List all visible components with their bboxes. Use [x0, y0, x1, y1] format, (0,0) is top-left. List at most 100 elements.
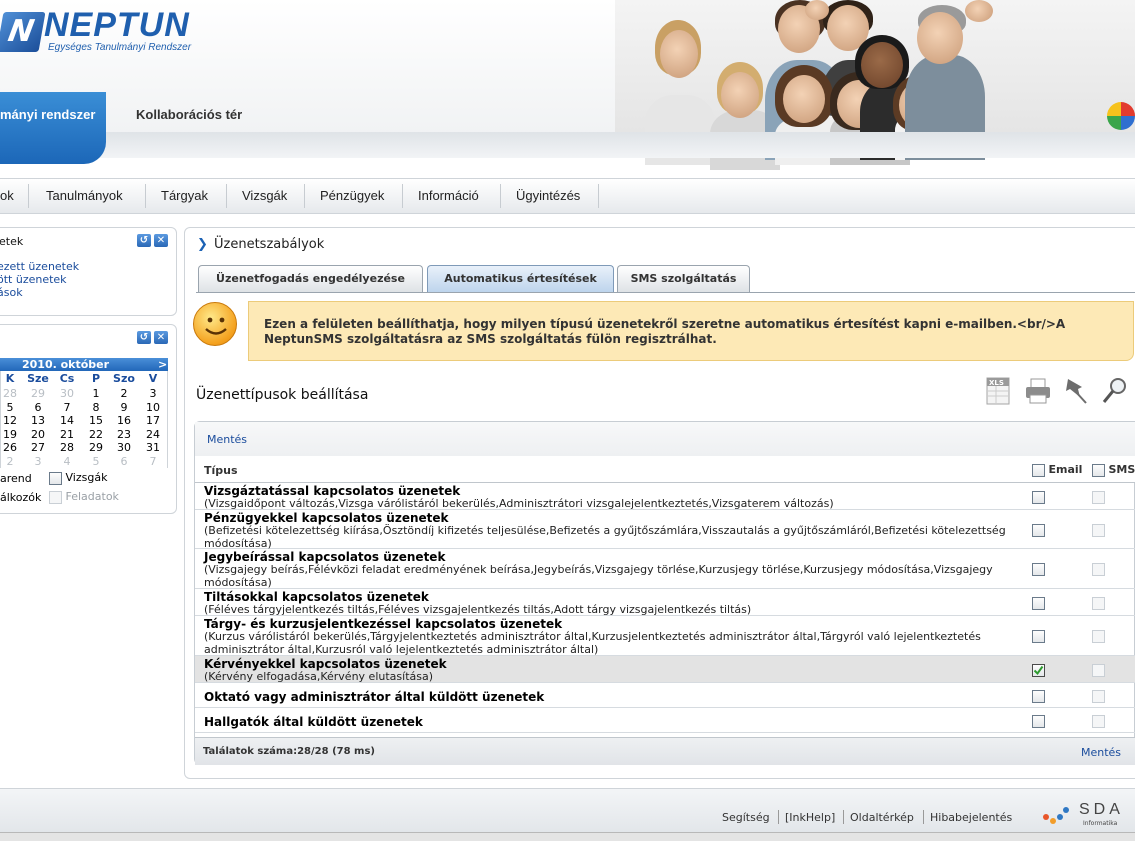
- filter-meetings[interactable]: álkozók: [0, 491, 41, 504]
- print-icon[interactable]: [1024, 375, 1052, 405]
- sda-brand: SDA: [1079, 801, 1124, 818]
- menu-item-exams[interactable]: Vizsgák: [242, 188, 287, 203]
- calendar-day[interactable]: 24: [141, 428, 165, 441]
- sms-checkbox: [1092, 597, 1105, 610]
- filter-exams[interactable]: Vizsgák: [49, 471, 107, 485]
- footer-link-bug-report[interactable]: Hibabejelentés: [930, 811, 1012, 824]
- calendar-day[interactable]: 28: [0, 387, 22, 400]
- calendar-day[interactable]: 9: [112, 401, 136, 414]
- table-row: Vizsgáztatással kapcsolatos üzenetek (Viz…: [195, 483, 1135, 510]
- calendar-day[interactable]: 8: [84, 401, 108, 414]
- calendar-day[interactable]: 29: [26, 387, 50, 400]
- footer-link-inkhelp[interactable]: [InkHelp]: [785, 811, 835, 824]
- calendar-day[interactable]: 28: [55, 441, 79, 454]
- calendar-day[interactable]: 30: [55, 387, 79, 400]
- tab-automatic-notifications[interactable]: Automatikus értesítések: [427, 265, 614, 293]
- email-checkbox[interactable]: [1032, 524, 1045, 537]
- smiley-icon: [193, 302, 237, 346]
- calendar-day[interactable]: 19: [0, 428, 22, 441]
- calendar-day[interactable]: 31: [141, 441, 165, 454]
- filter-timetable[interactable]: arend: [0, 472, 32, 485]
- menu-item-finances[interactable]: Pénzügyek: [320, 188, 384, 203]
- calendar-day[interactable]: 10: [141, 401, 165, 414]
- search-icon[interactable]: [1101, 375, 1129, 405]
- link-settings[interactable]: ások: [0, 286, 23, 299]
- email-checkbox[interactable]: [1032, 715, 1045, 728]
- sms-checkbox: [1092, 630, 1105, 643]
- message-type-title: Vizsgáztatással kapcsolatos üzenetek: [204, 484, 461, 498]
- tab-enable-receiving[interactable]: Üzenetfogadás engedélyezése: [198, 265, 423, 293]
- email-checkbox[interactable]: [1032, 597, 1045, 610]
- xls-export-icon[interactable]: XLS: [984, 375, 1012, 405]
- calendar-day[interactable]: 13: [26, 414, 50, 427]
- menu-item-information[interactable]: Információ: [418, 188, 479, 203]
- menu-item-studies[interactable]: Tanulmányok: [46, 188, 123, 203]
- logo-title[interactable]: NEPTUN: [44, 6, 190, 45]
- calendar-day[interactable]: 15: [84, 414, 108, 427]
- calendar-day[interactable]: 21: [55, 428, 79, 441]
- email-checkbox[interactable]: [1032, 690, 1045, 703]
- email-checkbox[interactable]: [1032, 664, 1045, 677]
- calendar-day[interactable]: 14: [55, 414, 79, 427]
- link-sent-messages[interactable]: ött üzenetek: [0, 273, 67, 286]
- calendar-day[interactable]: 3: [141, 387, 165, 400]
- calendar-day[interactable]: 6: [112, 455, 136, 468]
- select-all-sms-checkbox[interactable]: [1092, 463, 1105, 477]
- calendar-day[interactable]: 17: [141, 414, 165, 427]
- message-type-description: (Vizsgajegy beírás,Félévközi feladat ere…: [204, 563, 993, 589]
- select-all-email[interactable]: Email: [1032, 463, 1082, 477]
- calendar-day[interactable]: 5: [84, 455, 108, 468]
- calendar-day[interactable]: 20: [26, 428, 50, 441]
- calendar-day[interactable]: 6: [26, 401, 50, 414]
- calendar-day[interactable]: 4: [55, 455, 79, 468]
- calendar-day[interactable]: 27: [26, 441, 50, 454]
- table-row: Jegybeírással kapcsolatos üzenetek (Vizsg…: [195, 549, 1135, 589]
- menu-item-subjects[interactable]: Tárgyak: [161, 188, 208, 203]
- message-type-description: (Kurzus várólistáról bekerülés,Tárgyjele…: [204, 630, 981, 656]
- menu-divider: [145, 184, 146, 208]
- language-globe-icon[interactable]: [1107, 102, 1135, 130]
- calendar-day[interactable]: 22: [84, 428, 108, 441]
- email-checkbox[interactable]: [1032, 491, 1045, 504]
- calendar-day[interactable]: 26: [0, 441, 22, 454]
- select-all-sms[interactable]: SMS: [1092, 463, 1135, 477]
- calendar-day[interactable]: 7: [141, 455, 165, 468]
- close-icon[interactable]: ✕: [154, 331, 168, 344]
- message-type-title: Oktató vagy adminisztrátor által küldött…: [204, 690, 545, 704]
- tab-study-system[interactable]: mányi rendszer: [0, 92, 106, 164]
- menu-item-messages[interactable]: ok: [0, 188, 14, 203]
- message-type-title: Kérvényekkel kapcsolatos üzenetek: [204, 657, 447, 671]
- calendar-day[interactable]: 16: [112, 414, 136, 427]
- email-checkbox[interactable]: [1032, 563, 1045, 576]
- calendar-day[interactable]: 29: [84, 441, 108, 454]
- select-all-email-checkbox[interactable]: [1032, 463, 1045, 477]
- close-icon[interactable]: ✕: [154, 234, 168, 247]
- email-checkbox[interactable]: [1032, 630, 1045, 643]
- save-button-bottom[interactable]: Mentés: [1081, 746, 1121, 759]
- calendar-day[interactable]: 12: [0, 414, 22, 427]
- calendar-weekday: Cs: [59, 372, 75, 385]
- save-button[interactable]: Mentés: [207, 433, 247, 446]
- filter-tasks-label: Feladatok: [65, 490, 119, 503]
- tab-collaboration-space[interactable]: Kollaborációs tér: [136, 107, 242, 122]
- calendar-day[interactable]: 30: [112, 441, 136, 454]
- refresh-icon[interactable]: ↺: [137, 331, 151, 344]
- menu-item-administration[interactable]: Ügyintézés: [516, 188, 580, 203]
- pin-icon[interactable]: [1062, 375, 1090, 405]
- calendar-day[interactable]: 3: [26, 455, 50, 468]
- footer-link-help[interactable]: Segítség: [722, 811, 770, 824]
- calendar-day[interactable]: 23: [112, 428, 136, 441]
- calendar-day[interactable]: 2: [0, 455, 22, 468]
- calendar-day[interactable]: 7: [55, 401, 79, 414]
- calendar-next-button[interactable]: >: [158, 358, 167, 371]
- neptun-logo-icon: N: [0, 12, 46, 52]
- calendar-day[interactable]: 2: [112, 387, 136, 400]
- link-received-messages[interactable]: ezett üzenetek: [0, 260, 79, 273]
- calendar-day[interactable]: 5: [0, 401, 22, 414]
- menu-divider: [598, 184, 599, 208]
- refresh-icon[interactable]: ↺: [137, 234, 151, 247]
- tab-sms-service[interactable]: SMS szolgáltatás: [617, 265, 750, 293]
- calendar-day[interactable]: 1: [84, 387, 108, 400]
- filter-exams-checkbox[interactable]: [49, 471, 62, 485]
- footer-link-sitemap[interactable]: Oldaltérkép: [850, 811, 914, 824]
